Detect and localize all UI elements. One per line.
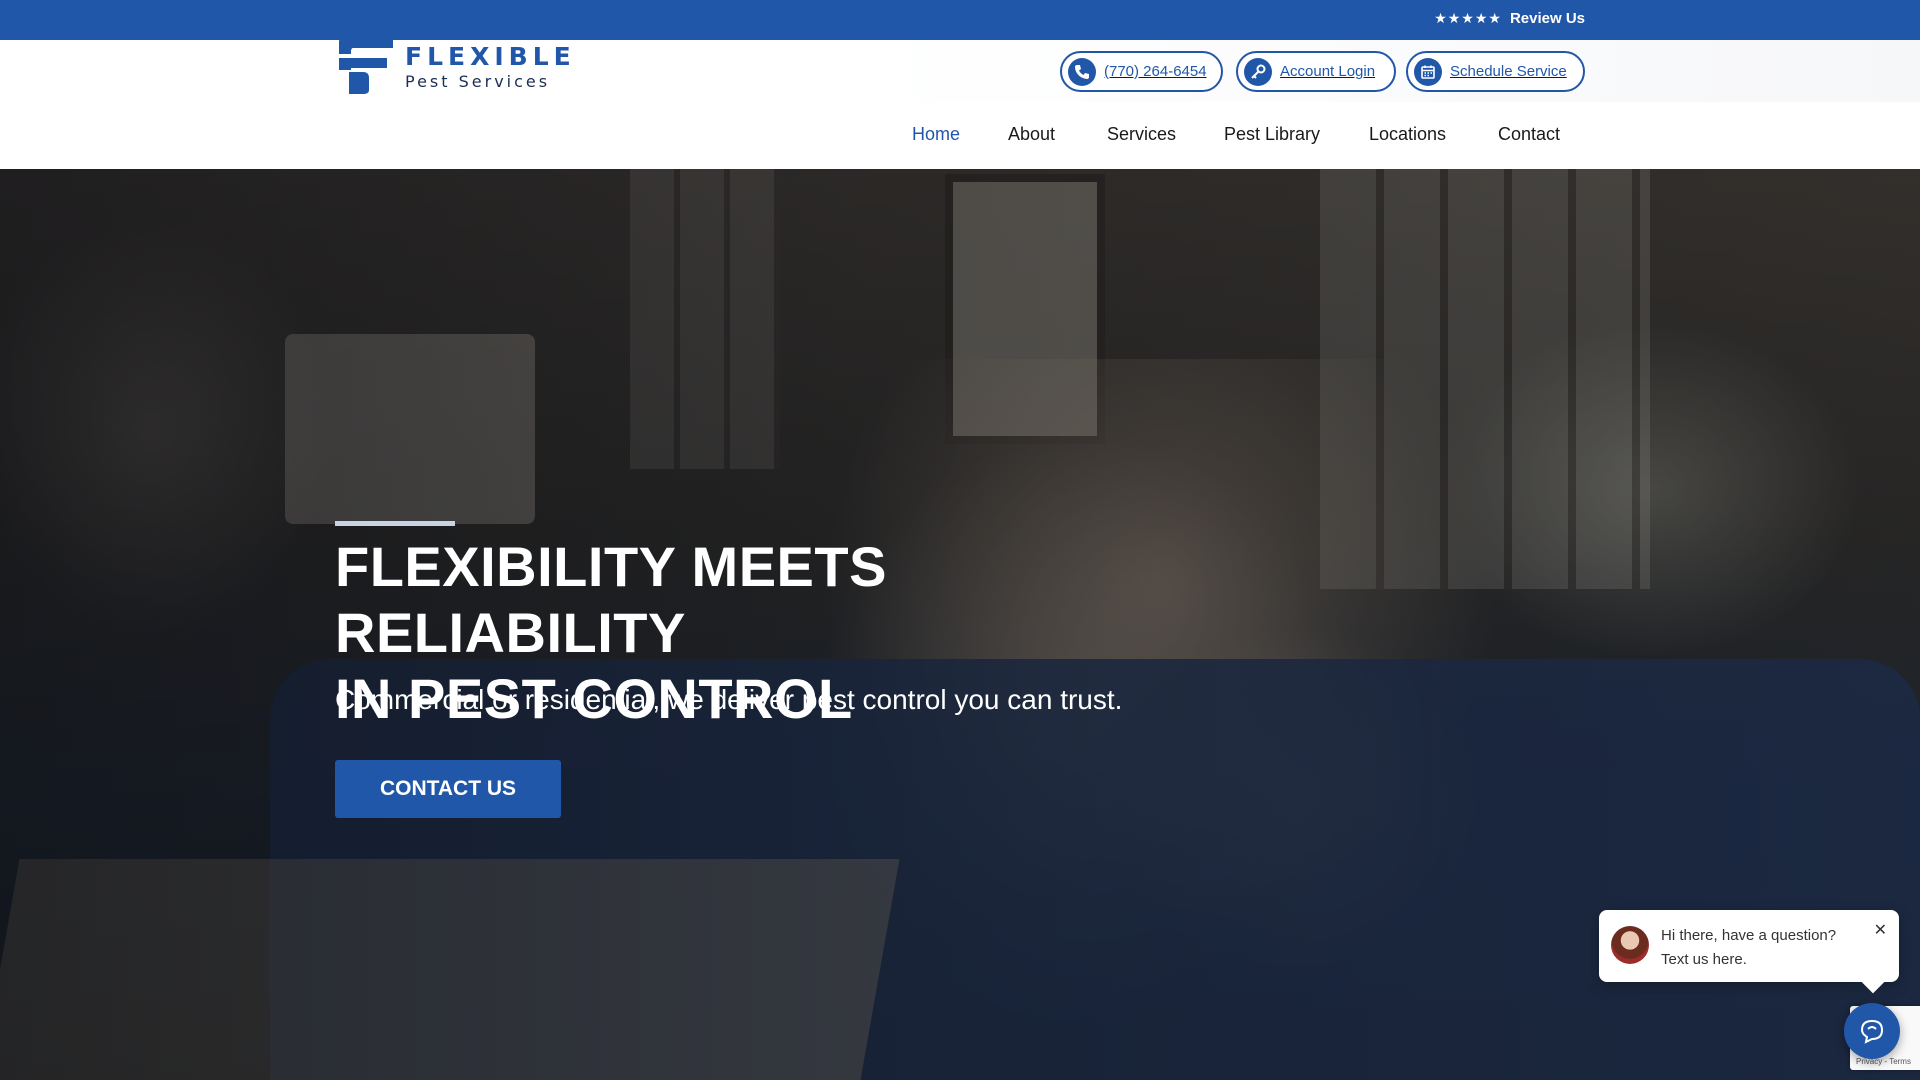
chat-icon [1860, 1019, 1884, 1044]
nav-locations[interactable]: Locations [1369, 124, 1446, 145]
nav-services[interactable]: Services [1107, 124, 1176, 145]
top-bar: ★★★★★ Review Us [0, 0, 1920, 40]
contact-us-button[interactable]: CONTACT US [335, 760, 561, 818]
hero-subtitle: Commercial or residential, we deliver pe… [335, 684, 1123, 715]
brand-logo[interactable]: FLEXIBLE Pest Services [335, 34, 595, 96]
logo-mark-icon [339, 36, 393, 94]
brand-subtitle: Pest Services [405, 72, 551, 91]
header-band [0, 40, 1920, 102]
phone-button[interactable]: (770) 264-6454 [1060, 51, 1223, 92]
phone-number: (770) 264-6454 [1104, 63, 1207, 80]
stars-icon: ★★★★★ [1434, 10, 1502, 27]
chat-prompt[interactable]: Hi there, have a question? Text us here.… [1599, 910, 1899, 982]
review-us-link[interactable]: ★★★★★ Review Us [1434, 10, 1585, 27]
recaptcha-text: Privacy - Terms [1856, 1057, 1911, 1066]
account-login-label: Account Login [1280, 63, 1376, 80]
close-icon[interactable]: ✕ [1874, 920, 1887, 939]
hero-accent-line [335, 521, 455, 526]
key-icon [1244, 57, 1272, 86]
phone-icon [1068, 57, 1096, 86]
chat-launcher-button[interactable] [1844, 1003, 1900, 1059]
main-nav: Home About Services Pest Library Locatio… [0, 124, 1920, 148]
site-header [0, 40, 1920, 169]
agent-avatar [1611, 926, 1649, 964]
review-us-label: Review Us [1509, 10, 1585, 27]
nav-about[interactable]: About [1008, 124, 1055, 145]
schedule-service-button[interactable]: Schedule Service [1406, 51, 1585, 92]
hero-title-line-1: FLEXIBILITY MEETS RELIABILITY [335, 535, 887, 664]
calendar-icon [1414, 57, 1442, 86]
chat-line-2: Text us here. [1661, 951, 1747, 968]
schedule-service-label: Schedule Service [1450, 63, 1567, 80]
account-login-button[interactable]: Account Login [1236, 51, 1396, 92]
nav-pest-library[interactable]: Pest Library [1224, 124, 1320, 145]
nav-contact[interactable]: Contact [1498, 124, 1560, 145]
chat-message: Hi there, have a question? Text us here. [1661, 924, 1861, 972]
chat-line-1: Hi there, have a question? [1661, 927, 1837, 944]
brand-title: FLEXIBLE [405, 42, 576, 71]
nav-home[interactable]: Home [912, 124, 960, 145]
